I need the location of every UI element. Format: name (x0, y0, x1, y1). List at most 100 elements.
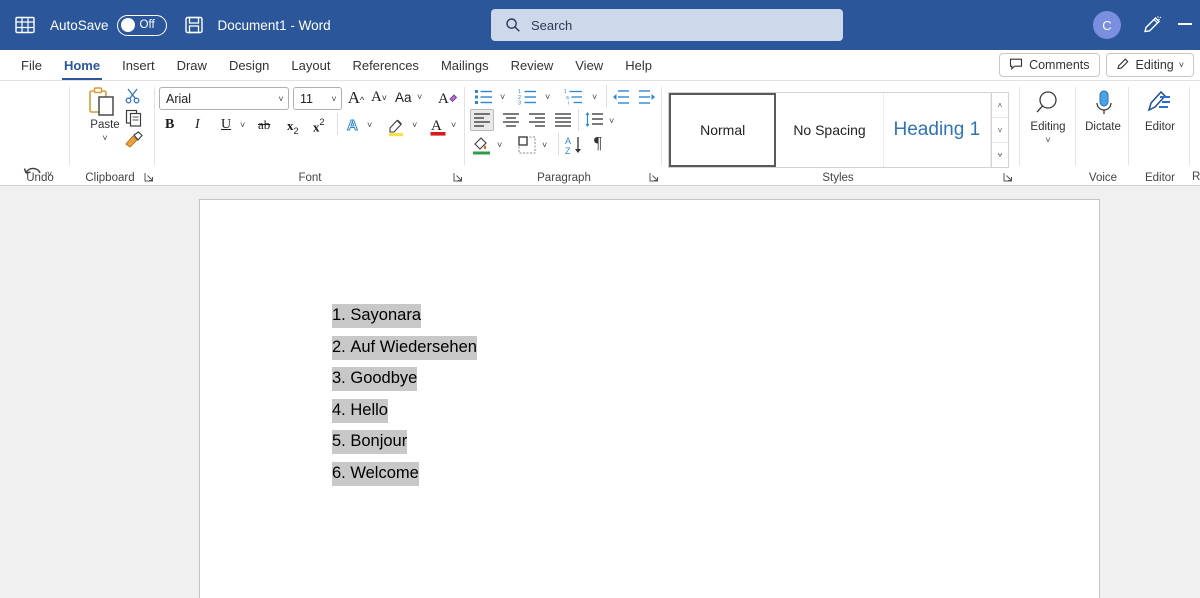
minimize-icon[interactable] (1178, 17, 1200, 31)
grow-font-icon[interactable]: A^ (345, 88, 367, 108)
ribbon-group-undo: ˅ Undo (0, 81, 80, 209)
autosave-label: AutoSave (50, 17, 109, 33)
list-item[interactable]: 1. Sayonara (332, 300, 477, 332)
font-size-value: 11 (300, 91, 313, 106)
numbered-list[interactable]: 1. Sayonara 2. Auf Wiedersehen 3. Goodby… (332, 300, 477, 489)
save-icon[interactable] (183, 14, 205, 36)
document-page[interactable]: 1. Sayonara 2. Auf Wiedersehen 3. Goodby… (199, 199, 1100, 598)
magnifier-icon[interactable] (1033, 89, 1063, 124)
chevron-down-icon[interactable]: ˅ (240, 120, 245, 130)
editor-pen-icon[interactable] (1146, 89, 1174, 124)
font-dialog-launcher[interactable] (452, 170, 464, 182)
increase-indent-icon[interactable] (638, 88, 656, 111)
editor-label[interactable]: Editor (1130, 121, 1190, 133)
clipboard-dialog-launcher[interactable] (143, 170, 155, 182)
tab-draw[interactable]: Draw (166, 51, 218, 80)
multilevel-list-icon[interactable]: 1 a i (564, 88, 586, 111)
tab-view[interactable]: View (564, 51, 614, 80)
group-label-undo: Undo (26, 172, 54, 184)
microphone-icon[interactable] (1092, 89, 1116, 124)
borders-icon[interactable] (517, 135, 537, 160)
superscript-button[interactable]: x2 (313, 117, 325, 136)
chevron-down-icon[interactable]: ˅ (545, 92, 550, 102)
change-case-button[interactable]: Aa (395, 90, 412, 105)
chevron-down-icon[interactable]: ˅ (592, 92, 597, 102)
strikethrough-button[interactable]: ab (258, 117, 270, 133)
word-logo-icon[interactable] (12, 12, 38, 38)
text-effects-icon[interactable]: A (345, 115, 365, 140)
italic-button[interactable]: I (195, 117, 200, 133)
bold-button[interactable]: B (165, 117, 174, 133)
search-input[interactable]: Search (491, 9, 843, 41)
tab-home[interactable]: Home (53, 51, 111, 80)
chevron-down-icon[interactable]: ˅ (412, 120, 417, 130)
shading-icon[interactable] (472, 135, 492, 160)
tab-layout[interactable]: Layout (280, 51, 341, 80)
group-label-voice: Voice (1088, 172, 1118, 184)
tab-references[interactable]: References (341, 51, 429, 80)
svg-text:A: A (347, 117, 358, 134)
avatar[interactable]: C (1093, 11, 1121, 39)
autosave-toggle[interactable]: Off (116, 14, 167, 36)
chevron-down-icon[interactable]: ˅ (451, 120, 456, 130)
chevron-down-icon[interactable]: ˅ (327, 94, 341, 104)
chevron-down-icon[interactable]: ˅ (542, 140, 547, 150)
styles-dialog-launcher[interactable] (1002, 170, 1014, 182)
list-item[interactable]: 6. Welcome (332, 458, 477, 490)
group-label-font: Font (298, 172, 322, 184)
paragraph-dialog-launcher[interactable] (648, 170, 660, 182)
tab-mailings[interactable]: Mailings (430, 51, 500, 80)
chevron-down-icon[interactable]: ˅ (417, 92, 422, 102)
bullet-list-icon[interactable] (474, 88, 494, 111)
chevron-down-icon[interactable]: ˅ (497, 140, 502, 150)
chevron-down-icon[interactable]: ˅ (609, 116, 614, 126)
document-title: Document1 - Word (217, 17, 331, 33)
numbered-list-icon[interactable]: 1 2 3 (518, 88, 538, 111)
editing-mode-button[interactable]: Editing ˅ (1105, 53, 1194, 77)
justify-icon[interactable] (554, 112, 572, 133)
paragraph-mark-icon[interactable]: ¶ (594, 133, 602, 153)
align-left-icon[interactable] (473, 112, 491, 133)
clear-formatting-icon[interactable]: A (437, 87, 459, 112)
editing-group-label[interactable]: Editing (1020, 121, 1076, 133)
font-color-icon[interactable]: A (429, 115, 449, 142)
tab-file[interactable]: File (10, 51, 53, 80)
pen-edit-icon[interactable] (1140, 13, 1164, 37)
chevron-down-icon[interactable]: ˅ (274, 94, 288, 104)
tab-design[interactable]: Design (218, 51, 280, 80)
svg-text:A: A (431, 118, 442, 134)
sort-az-icon[interactable]: A Z (564, 135, 586, 160)
scissors-icon[interactable] (124, 87, 142, 110)
superscript-index: 2 (319, 117, 325, 127)
shrink-font-icon[interactable]: A˅ (368, 88, 390, 106)
line-spacing-icon[interactable] (584, 111, 604, 134)
text-highlight-icon[interactable] (387, 115, 407, 142)
tab-help[interactable]: Help (614, 51, 663, 80)
underline-button[interactable]: U (221, 117, 231, 133)
document-canvas[interactable]: 1. Sayonara 2. Auf Wiedersehen 3. Goodby… (0, 187, 1200, 598)
subscript-button[interactable]: x2 (287, 117, 299, 136)
copy-icon[interactable] (125, 109, 143, 132)
ribbon-group-paragraph: ˅ 1 2 3 ˅ 1 a i ˅ ˅ ˅ ˅ A Z ¶ Paragraph (466, 81, 662, 186)
align-center-icon[interactable] (502, 112, 520, 133)
clipped-group-label: R (1192, 171, 1200, 183)
list-item[interactable]: 5. Bonjour (332, 426, 477, 458)
list-item[interactable]: 4. Hello (332, 395, 477, 427)
font-size-combo[interactable]: 11 ˅ (293, 87, 342, 110)
chevron-down-icon[interactable]: ˅ (500, 92, 505, 102)
list-item[interactable]: 3. Goodbye (332, 363, 477, 395)
tab-review[interactable]: Review (500, 51, 565, 80)
comments-button[interactable]: Comments (999, 53, 1100, 77)
decrease-indent-icon[interactable] (612, 88, 630, 111)
chevron-down-icon[interactable]: ˅ (367, 120, 372, 130)
tab-insert[interactable]: Insert (111, 51, 166, 80)
editing-dropdown-caret[interactable]: ˅ (1020, 135, 1076, 145)
list-item-text: 1. Sayonara (332, 304, 421, 328)
svg-text:Z: Z (565, 146, 571, 155)
font-name-combo[interactable]: Arial ˅ (159, 87, 289, 110)
format-painter-icon[interactable] (124, 131, 144, 154)
list-item[interactable]: 2. Auf Wiedersehen (332, 332, 477, 364)
align-right-icon[interactable] (528, 112, 546, 133)
dictate-label[interactable]: Dictate (1077, 121, 1129, 133)
editing-mode-label: Editing (1135, 58, 1174, 72)
